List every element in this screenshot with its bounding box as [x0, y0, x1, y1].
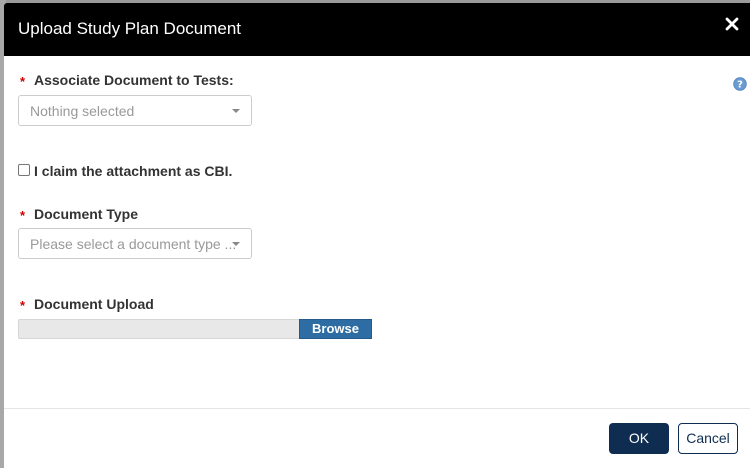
document-type-label: Document Type: [34, 206, 138, 222]
file-path-field[interactable]: [18, 319, 299, 339]
document-upload-label: Document Upload: [34, 296, 154, 312]
required-marker: *: [20, 74, 26, 89]
tests-select[interactable]: Nothing selected: [18, 95, 252, 126]
help-icon[interactable]: ?: [733, 77, 747, 91]
close-icon[interactable]: [724, 16, 740, 32]
required-marker: *: [20, 208, 26, 223]
cbi-label: I claim the attachment as CBI.: [34, 163, 233, 179]
chevron-down-icon: [232, 109, 240, 113]
upload-document-modal: Upload Study Plan Document ? * Associate…: [4, 3, 750, 468]
ok-button[interactable]: OK: [609, 423, 669, 454]
cbi-checkbox[interactable]: [18, 164, 30, 176]
document-type-placeholder: Please select a document type ...: [30, 236, 237, 252]
footer-divider: [4, 408, 750, 409]
required-marker: *: [20, 298, 26, 313]
modal-title: Upload Study Plan Document: [18, 19, 242, 38]
svg-text:?: ?: [737, 80, 743, 91]
chevron-down-icon: [232, 242, 240, 246]
modal-header: Upload Study Plan Document: [4, 3, 750, 56]
tests-select-value: Nothing selected: [30, 103, 135, 119]
cancel-button[interactable]: Cancel: [678, 423, 738, 454]
tests-label: Associate Document to Tests:: [34, 72, 234, 88]
document-type-select[interactable]: Please select a document type ...: [18, 228, 252, 259]
browse-button[interactable]: Browse: [299, 319, 372, 339]
